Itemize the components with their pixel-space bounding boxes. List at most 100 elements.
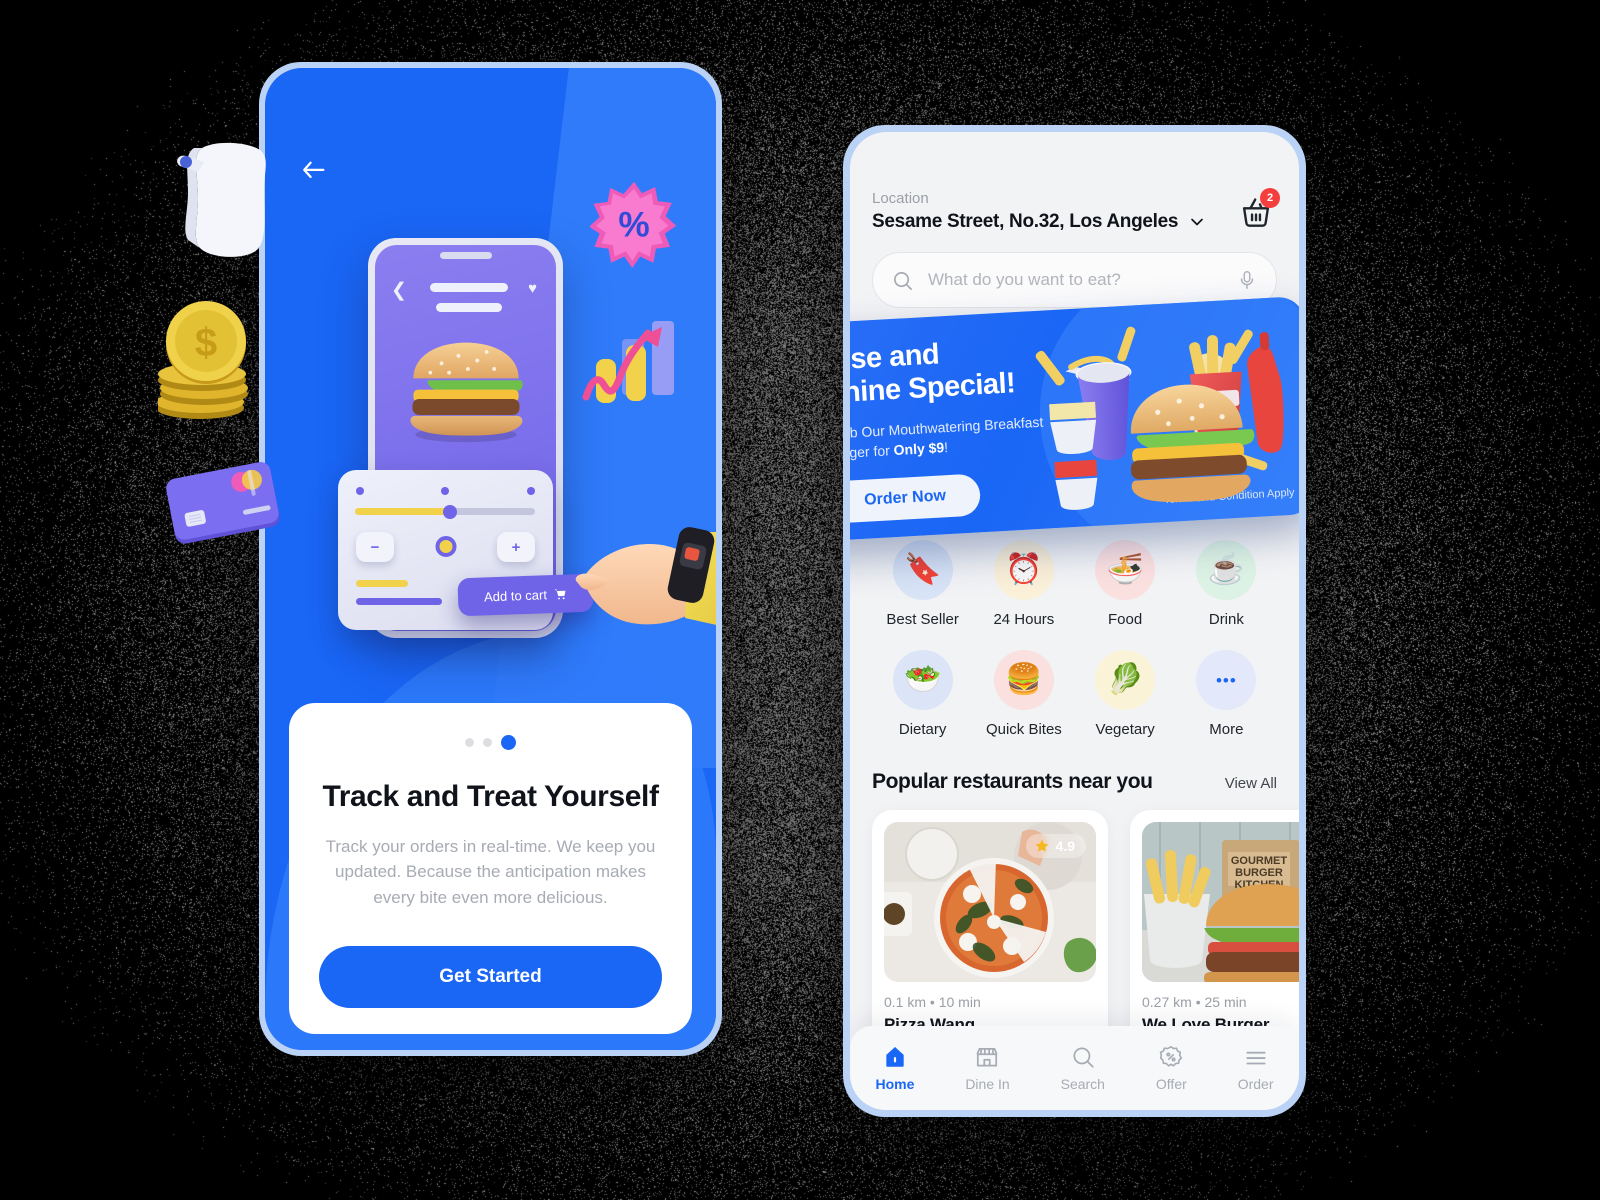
restaurant-distance: 0.1 km: [884, 994, 926, 1010]
percent-burst-icon: %: [590, 180, 678, 268]
nav-item-order[interactable]: Order: [1238, 1044, 1274, 1092]
stepper-minus-button: −: [356, 532, 394, 562]
category-item-24-hours[interactable]: ⏰ 24 Hours: [973, 540, 1074, 628]
restaurant-list: 4.9 0.1 km • 10 min Pizza Wang GOURMET B…: [872, 810, 1299, 1049]
slider-fill: [355, 508, 451, 515]
nav-label: Offer: [1156, 1076, 1187, 1092]
cart-badge: 2: [1260, 188, 1280, 208]
nav-label: Home: [875, 1076, 914, 1092]
category-item-food[interactable]: 🍜 Food: [1075, 540, 1176, 628]
svg-text:GOURMET: GOURMET: [1231, 855, 1288, 867]
category-grid: 🔖 Best Seller ⏰ 24 Hours 🍜 Food ☕ Drink …: [872, 540, 1277, 738]
order-now-button[interactable]: Order Now: [850, 474, 981, 524]
category-label: Vegetary: [1096, 721, 1155, 738]
chevron-left-icon: ❮: [391, 281, 407, 300]
gold-coins-3d-icon: $: [158, 300, 268, 425]
clock-24h-icon: ⏰: [994, 540, 1054, 600]
discount-icon: [1158, 1044, 1184, 1070]
get-started-button[interactable]: Get Started: [319, 946, 662, 1008]
location-row[interactable]: Sesame Street, No.32, Los Angeles: [872, 211, 1207, 233]
chevron-down-icon[interactable]: [1187, 212, 1207, 232]
restaurant-card[interactable]: GOURMET BURGER KITCHEN: [1130, 810, 1299, 1049]
search-input[interactable]: [928, 270, 1222, 290]
location-value: Sesame Street, No.32, Los Angeles: [872, 211, 1178, 233]
promo-subtitle-bold: Only $9: [893, 439, 944, 458]
restaurant-card[interactable]: 4.9 0.1 km • 10 min Pizza Wang: [872, 810, 1108, 1049]
receipt-3d-icon: [172, 140, 277, 275]
category-item-more[interactable]: ••• More: [1176, 650, 1277, 738]
location-label: Location: [872, 190, 1207, 207]
illustration-line-yellow: [356, 580, 408, 587]
list-icon: [1243, 1044, 1269, 1070]
more-dots-icon: •••: [1196, 650, 1256, 710]
nav-label: Search: [1061, 1076, 1105, 1092]
growth-chart-3d-icon: [570, 293, 700, 413]
coffee-cup-icon: ☕: [1196, 540, 1256, 600]
nav-label: Order: [1238, 1076, 1274, 1092]
svg-text:%: %: [618, 205, 649, 244]
category-label: Food: [1108, 611, 1142, 628]
category-item-quick-bites[interactable]: 🍔 Quick Bites: [973, 650, 1074, 738]
pizza-photo: 4.9: [884, 822, 1096, 982]
noodle-bowl-icon: 🍜: [1095, 540, 1155, 600]
category-item-best-seller[interactable]: 🔖 Best Seller: [872, 540, 973, 628]
illustration-subtitle-bar: [436, 303, 502, 312]
category-item-dietary[interactable]: 🥗 Dietary: [872, 650, 973, 738]
cart-button[interactable]: 2: [1237, 194, 1275, 232]
burger-image: GOURMET BURGER KITCHEN: [1142, 822, 1299, 982]
svg-text:BURGER: BURGER: [1235, 867, 1283, 879]
category-label: Drink: [1209, 611, 1244, 628]
nav-item-offer[interactable]: Offer: [1156, 1044, 1187, 1092]
nav-item-home[interactable]: Home: [875, 1044, 914, 1092]
control-dot: [356, 487, 364, 495]
add-to-cart-label: Add to cart: [484, 587, 547, 604]
home-phone: Location Sesame Street, No.32, Los Angel…: [843, 125, 1306, 1117]
back-arrow-icon[interactable]: [295, 150, 329, 184]
stepper-value-indicator: [435, 536, 456, 557]
popular-title: Popular restaurants near you: [872, 770, 1153, 794]
heart-icon: ♥: [528, 281, 537, 296]
nav-item-dine-in[interactable]: Dine In: [965, 1044, 1009, 1092]
svg-text:$: $: [195, 321, 217, 365]
rating-value: 4.9: [1056, 838, 1075, 854]
onboarding-card: Track and Treat Yourself Track your orde…: [289, 703, 692, 1035]
salad-bowl-icon: 🥗: [893, 650, 953, 710]
home-screen: Location Sesame Street, No.32, Los Angel…: [850, 132, 1299, 1110]
onboarding-description: Track your orders in real-time. We keep …: [319, 834, 662, 911]
view-all-link[interactable]: View All: [1225, 775, 1277, 792]
pagination-dot[interactable]: [483, 738, 492, 747]
location-block[interactable]: Location Sesame Street, No.32, Los Angel…: [872, 190, 1207, 233]
pagination-dot-active[interactable]: [501, 735, 516, 750]
category-item-vegetary[interactable]: 🥬 Vegetary: [1075, 650, 1176, 738]
pagination-dot[interactable]: [465, 738, 474, 747]
search-icon: [891, 269, 914, 292]
search-bar[interactable]: [872, 252, 1277, 308]
bottom-navigation: Home Dine In Search Offer Order: [850, 1026, 1299, 1110]
stepper-plus-button: +: [497, 532, 535, 562]
category-label: Best Seller: [886, 611, 959, 628]
burger-photo: GOURMET BURGER KITCHEN: [1142, 822, 1299, 982]
promo-banner[interactable]: Rise and Shine Special! Grab Our Mouthwa…: [850, 296, 1299, 542]
category-label: Dietary: [899, 721, 947, 738]
category-label: 24 Hours: [993, 611, 1054, 628]
promo-subtitle-suffix: !: [944, 439, 949, 455]
control-dot: [441, 487, 449, 495]
restaurant-distance: 0.27 km: [1142, 994, 1192, 1010]
rating-badge: 4.9: [1026, 834, 1086, 858]
restaurant-meta: 0.27 km • 25 min: [1142, 994, 1299, 1010]
promo-subtitle: Grab Our Mouthwatering Breakfast Burger …: [850, 411, 1058, 464]
popular-header: Popular restaurants near you View All: [872, 770, 1277, 794]
burger-3d-icon: [400, 337, 532, 445]
category-item-drink[interactable]: ☕ Drink: [1176, 540, 1277, 628]
category-label: More: [1209, 721, 1243, 738]
burger-icon: 🍔: [994, 650, 1054, 710]
illustration-notch: [440, 252, 492, 259]
pagination-dots[interactable]: [319, 735, 662, 750]
onboarding-title: Track and Treat Yourself: [319, 780, 662, 814]
nav-item-search[interactable]: Search: [1061, 1044, 1105, 1092]
meta-separator: •: [930, 994, 935, 1010]
microphone-icon[interactable]: [1236, 269, 1258, 291]
pointing-hand-3d-icon: [561, 508, 716, 658]
slider-knob: [443, 505, 457, 519]
home-icon: [882, 1044, 908, 1070]
